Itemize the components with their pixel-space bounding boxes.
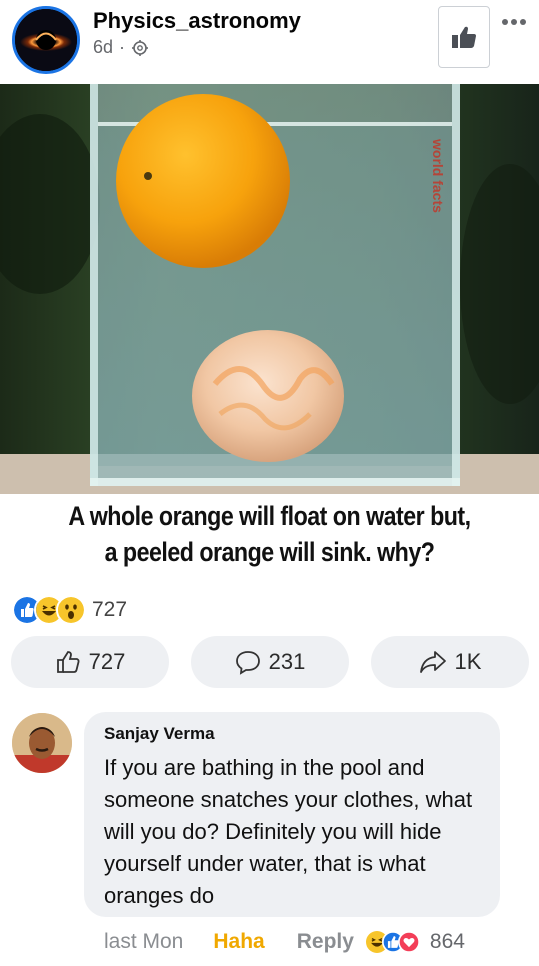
comment-reaction-count: 864 (429, 930, 465, 953)
comment-text: If you are bathing in the pool and someo… (104, 755, 473, 908)
commenter-name[interactable]: Sanjay Verma (104, 724, 482, 744)
like-icon (56, 651, 80, 673)
commenter-photo (12, 713, 72, 773)
comment-button[interactable]: 231 (191, 636, 349, 688)
caption-line-1: A whole orange will float on water but, (68, 501, 471, 531)
comment-reply-button[interactable]: Reply (297, 930, 354, 954)
more-icon (502, 19, 526, 25)
comment-reactions[interactable]: 864 (365, 930, 465, 954)
post-time[interactable]: 6d (93, 37, 113, 58)
like-page-button[interactable] (438, 6, 490, 68)
post-caption: A whole orange will float on water but, … (38, 498, 502, 570)
share-icon (419, 651, 446, 673)
oranges-in-water-image: world facts (0, 84, 539, 494)
comment-icon (235, 651, 260, 675)
comment-actions: last Mon Haha Reply 864 (104, 930, 465, 954)
caption-line-2: a peeled orange will sink. why? (104, 537, 435, 567)
comment-time[interactable]: last Mon (104, 930, 183, 954)
globe-gear-icon (132, 39, 149, 56)
reaction-count: 727 (92, 598, 128, 621)
meta-separator: · (119, 37, 126, 57)
comment-haha-button[interactable]: Haha (213, 930, 264, 954)
share-count: 1K (454, 649, 482, 674)
commenter-avatar[interactable] (12, 713, 72, 773)
page-name[interactable]: Physics_astronomy (93, 8, 301, 34)
love-reaction-icon (397, 931, 420, 953)
thumbs-up-icon (452, 26, 476, 48)
comment-count: 231 (268, 649, 306, 674)
reaction-summary[interactable]: 727 (12, 595, 127, 625)
page-avatar[interactable] (12, 6, 80, 74)
wow-reaction-icon (56, 595, 86, 625)
like-button[interactable]: 727 (11, 636, 169, 688)
comment-bubble: Sanjay Verma If you are bathing in the p… (84, 712, 500, 917)
share-button[interactable]: 1K (371, 636, 529, 688)
like-count: 727 (88, 649, 126, 674)
post-meta: 6d · (93, 37, 149, 58)
more-options-button[interactable] (498, 10, 530, 34)
post-header: Physics_astronomy 6d · (0, 0, 539, 84)
watermark-text: world facts (430, 138, 446, 213)
blackhole-avatar-image (15, 9, 77, 71)
post-photo[interactable]: world facts (0, 84, 539, 494)
